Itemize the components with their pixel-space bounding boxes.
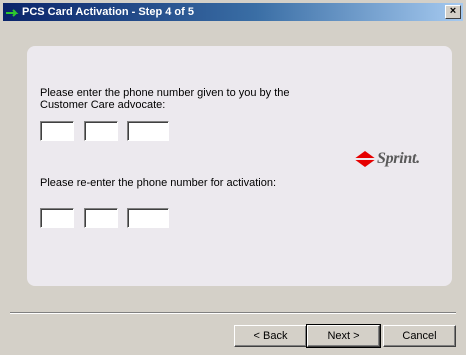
area-code-field[interactable] — [40, 121, 74, 141]
sprint-logo: Sprint. — [354, 148, 450, 170]
close-icon: × — [449, 5, 457, 17]
wizard-window: PCS Card Activation - Step 4 of 5 × Plea… — [0, 0, 466, 355]
reenter-prompt: Please re-enter the phone number for act… — [40, 177, 277, 189]
window-title: PCS Card Activation - Step 4 of 5 — [22, 6, 194, 18]
sprint-logo-text: Sprint. — [377, 150, 420, 167]
prefix-field[interactable] — [84, 121, 118, 141]
content-panel: Please enter the phone number given to y… — [27, 46, 452, 286]
line-number-field[interactable] — [127, 121, 169, 141]
close-button[interactable]: × — [445, 5, 461, 19]
cancel-button[interactable]: Cancel — [383, 325, 456, 347]
sprint-diamond-icon — [354, 151, 376, 167]
title-bar[interactable]: PCS Card Activation - Step 4 of 5 × — [3, 3, 463, 21]
next-button[interactable]: Next > — [306, 324, 381, 348]
confirm-prefix-field[interactable] — [84, 208, 118, 228]
app-icon — [6, 9, 19, 17]
separator — [10, 312, 456, 314]
confirm-line-number-field[interactable] — [127, 208, 169, 228]
back-button[interactable]: < Back — [234, 325, 307, 347]
phone-prompt: Please enter the phone number given to y… — [40, 87, 290, 111]
confirm-area-code-field[interactable] — [40, 208, 74, 228]
